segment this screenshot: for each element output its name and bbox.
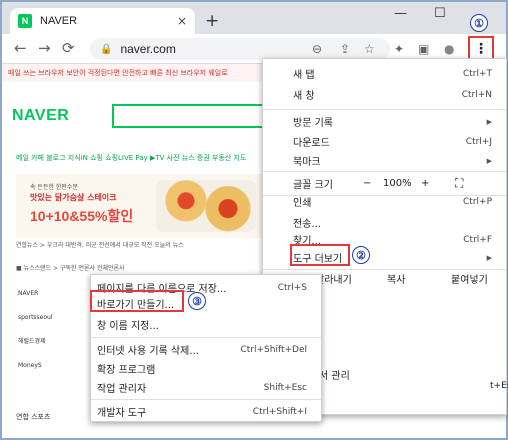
zoom-value: 100% [383, 178, 412, 189]
press-logo[interactable]: MoneyS [18, 354, 53, 378]
zoom-out-button[interactable]: − [363, 178, 371, 189]
step-marker-2: ② [352, 246, 370, 264]
share-icon[interactable]: ⇪ [340, 42, 350, 56]
news-headline[interactable]: 연합뉴스 > 우크라 대반격, 러군 전선에서 대규모 작전 오늘의 뉴스 [16, 240, 184, 249]
step-marker-1: ① [470, 14, 488, 32]
highlight-more-tools [290, 244, 350, 266]
naver-logo[interactable]: NAVER [12, 107, 69, 125]
menu-downloads[interactable]: 다운로드 Ctrl+J [263, 131, 506, 152]
press-logo[interactable]: 헤럴드경제 [18, 330, 53, 354]
address-url: naver.com [120, 42, 176, 56]
minimize-icon[interactable]: — [394, 6, 407, 21]
zoom-icon[interactable]: ⊖ [312, 42, 322, 56]
submenu-arrow-icon: ▶ [486, 156, 492, 165]
ad-food-image [156, 180, 256, 232]
tab-close-icon[interactable]: × [177, 14, 187, 28]
submenu-clear-data[interactable]: 인터넷 사용 기록 삭제... Ctrl+Shift+Del [91, 339, 321, 360]
back-icon[interactable]: ← [14, 39, 27, 57]
submenu-name-window[interactable]: 창 이름 지정... [91, 314, 321, 335]
menu-history[interactable]: 방문 기록 ▶ [263, 111, 506, 132]
submenu-arrow-icon: ▶ [486, 117, 492, 126]
footer-tabs[interactable]: 연합 스포츠 [16, 412, 50, 422]
side-panel-icon[interactable]: ▣ [418, 42, 429, 56]
step-marker-3: ③ [188, 292, 206, 310]
menu-print[interactable]: 인쇄 Ctrl+P [263, 191, 506, 212]
menu-bookmarks[interactable]: 북마크 ▶ [263, 150, 506, 171]
submenu-task-manager[interactable]: 작업 관리자 Shift+Esc [91, 377, 321, 398]
newsstand-bar[interactable]: ■ 뉴스스탠드 > 구독한 언론사 전체언론사 [16, 263, 125, 272]
menu-manage-clipped[interactable]: 서 관리 [319, 367, 350, 382]
extensions-icon[interactable]: ✦ [394, 42, 404, 56]
zoom-label: 글꼴 크기 [293, 180, 333, 191]
submenu-extensions[interactable]: 확장 프로그램 [91, 358, 321, 379]
star-icon[interactable]: ☆ [364, 42, 375, 56]
tab-naver[interactable]: N NAVER × [10, 8, 195, 34]
profile-icon[interactable]: ● [444, 42, 454, 56]
zoom-in-button[interactable]: + [421, 178, 429, 189]
copy-button[interactable]: 복사 [387, 271, 405, 286]
submenu-dev-tools[interactable]: 개발자 도구 Ctrl+Shift+I [91, 401, 321, 422]
naver-favicon-icon: N [18, 14, 32, 28]
highlight-create-shortcut [90, 290, 184, 312]
fullscreen-icon[interactable]: ⛶ [455, 176, 463, 191]
tab-strip: N NAVER × + — ☐ [2, 2, 506, 34]
forward-icon[interactable]: → [38, 39, 51, 57]
press-logo[interactable]: NAVER [18, 282, 53, 306]
submenu-arrow-icon: ▶ [486, 253, 492, 262]
lock-icon: 🔒 [100, 43, 113, 55]
tab-title: NAVER [40, 15, 78, 27]
reload-icon[interactable]: ⟳ [62, 39, 75, 57]
menu-new-tab[interactable]: 새 탭 Ctrl+T [263, 63, 506, 84]
press-logo-list: NAVER sportsseoul 헤럴드경제 MoneyS [18, 282, 53, 378]
menu-new-window[interactable]: 새 창 Ctrl+N [263, 84, 506, 105]
ad-banner[interactable]: 속 든든한 한판수분 맛있는 닭가슴살 스테이크 10+10&55%할인 [16, 174, 264, 238]
paste-button[interactable]: 붙여넣기 [451, 271, 488, 286]
maximize-icon[interactable]: ☐ [434, 6, 446, 21]
press-logo[interactable]: sportsseoul [18, 306, 53, 330]
naver-service-links[interactable]: 메일 카페 블로그 지식iN 쇼핑 쇼핑LIVE Pay ▶TV 사전 뉴스 증… [16, 153, 246, 163]
clipped-shortcut-esc: t+Esc [490, 381, 508, 391]
new-tab-button[interactable]: + [205, 11, 219, 31]
kebab-menu-icon: ⋮ [474, 41, 488, 57]
naver-search-input[interactable] [112, 104, 264, 128]
